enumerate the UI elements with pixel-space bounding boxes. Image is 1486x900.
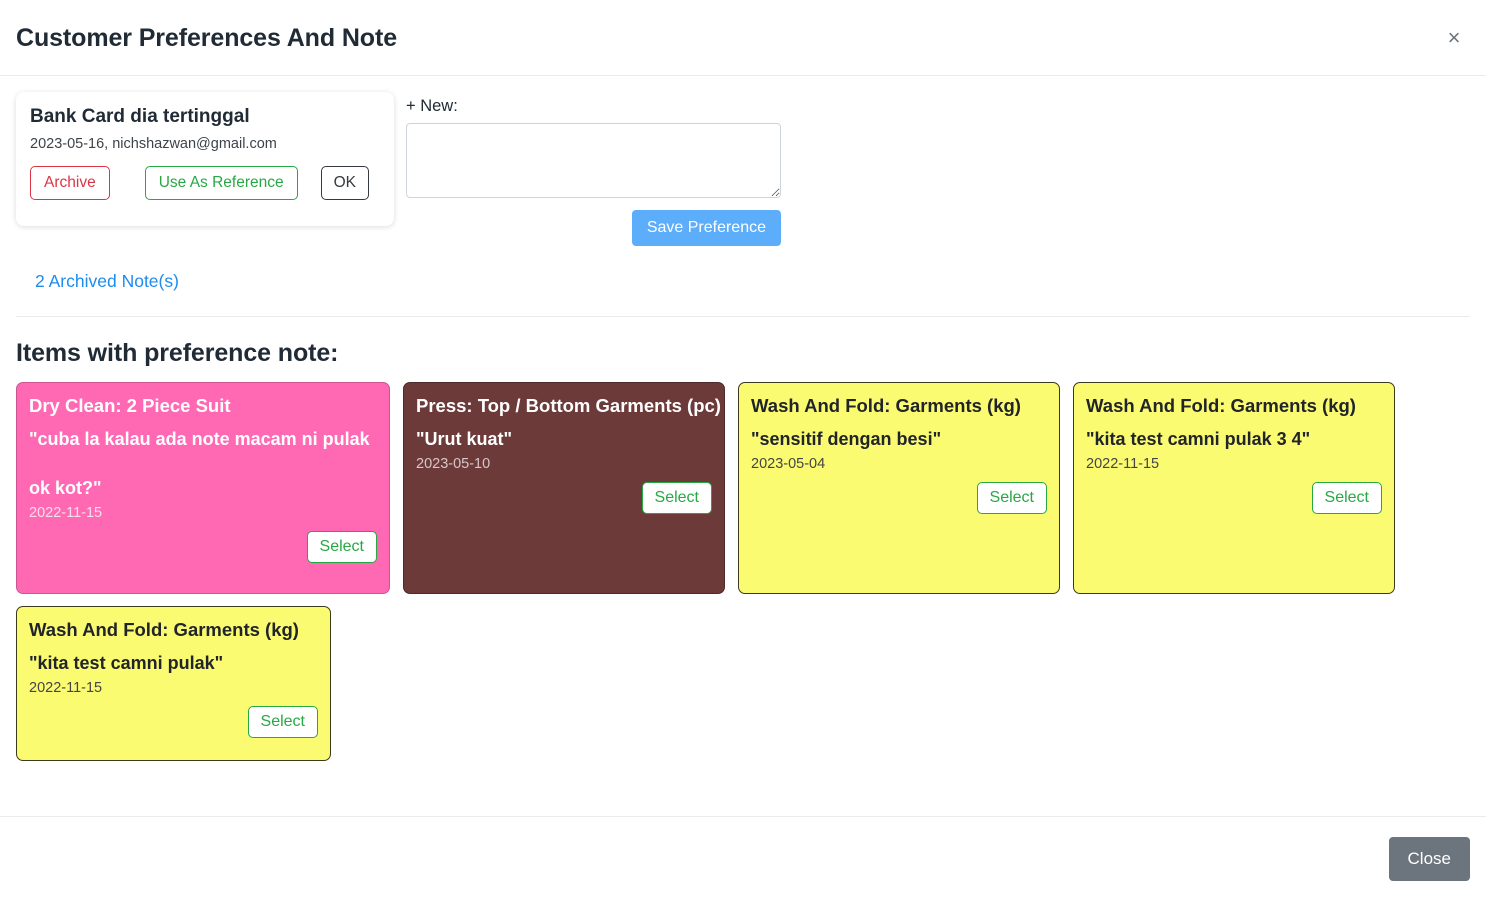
new-note-label: + New: [406, 97, 458, 115]
item-date: 2022-11-15 [29, 680, 103, 697]
item-card[interactable]: Wash And Fold: Garments (kg) "kita test … [16, 605, 331, 761]
select-button[interactable]: Select [1311, 482, 1382, 515]
preference-note-card: Bank Card dia tertinggal 2023-05-16, nic… [16, 92, 394, 227]
new-note-input[interactable] [406, 122, 781, 198]
select-button[interactable]: Select [976, 482, 1047, 515]
item-note: "cuba la kalau ada note macam ni pulak o… [29, 428, 370, 498]
item-card[interactable]: Dry Clean: 2 Piece Suit "cuba la kalau a… [16, 381, 390, 594]
item-date: 2023-05-04 [751, 456, 826, 473]
item-note: "kita test camni pulak 3 4" [1086, 428, 1311, 449]
items-section-title: Items with preference note: [16, 338, 339, 367]
items-card-grid: Dry Clean: 2 Piece Suit "cuba la kalau a… [16, 381, 1470, 761]
note-meta: 2023-05-16, nichshazwan@gmail.com [30, 135, 277, 152]
item-name: Wash And Fold: Garments (kg) [29, 618, 299, 640]
customer-preferences-modal: Customer Preferences And Note × Bank Car… [0, 0, 1486, 900]
item-name: Wash And Fold: Garments (kg) [1086, 394, 1356, 416]
select-row: Select [29, 706, 318, 739]
ok-button[interactable]: OK [320, 165, 370, 201]
item-card[interactable]: Wash And Fold: Garments (kg) "kita test … [1073, 381, 1395, 594]
close-button[interactable]: Close [1388, 836, 1470, 881]
save-row: Save Preference [406, 209, 781, 246]
select-button[interactable]: Select [306, 530, 377, 563]
select-button[interactable]: Select [641, 482, 712, 515]
note-actions: Archive Use As Reference OK [30, 165, 380, 201]
archived-notes-link[interactable]: 2 Archived Note(s) [35, 271, 179, 292]
item-name: Dry Clean: 2 Piece Suit [29, 394, 231, 416]
select-row: Select [751, 482, 1047, 515]
select-button[interactable]: Select [247, 706, 318, 739]
use-as-reference-button[interactable]: Use As Reference [144, 165, 298, 201]
close-icon[interactable]: × [1438, 22, 1470, 54]
modal-body: Bank Card dia tertinggal 2023-05-16, nic… [0, 76, 1486, 816]
section-divider [16, 315, 1470, 317]
item-card[interactable]: Press: Top / Bottom Garments (pc) "Urut … [403, 381, 725, 594]
archive-button[interactable]: Archive [30, 165, 110, 201]
notes-top-row: Bank Card dia tertinggal 2023-05-16, nic… [16, 92, 1470, 246]
note-title: Bank Card dia tertinggal [30, 106, 250, 127]
modal-footer: Close [0, 816, 1486, 900]
page-title: Customer Preferences And Note [16, 23, 397, 52]
item-name: Press: Top / Bottom Garments (pc) [416, 394, 721, 416]
item-name: Wash And Fold: Garments (kg) [751, 394, 1021, 416]
select-row: Select [416, 482, 712, 515]
item-note: "sensitif dengan besi" [751, 428, 942, 449]
new-note-block: + New: Save Preference [406, 92, 781, 246]
select-row: Select [1086, 482, 1382, 515]
modal-header: Customer Preferences And Note × [0, 0, 1486, 76]
item-card[interactable]: Wash And Fold: Garments (kg) "sensitif d… [738, 381, 1060, 594]
item-date: 2023-05-10 [416, 456, 491, 473]
item-note: "kita test camni pulak" [29, 652, 224, 673]
item-date: 2022-11-15 [29, 504, 103, 521]
select-row: Select [29, 530, 377, 563]
item-note: "Urut kuat" [416, 428, 513, 449]
item-date: 2022-11-15 [1086, 456, 1160, 473]
save-preference-button[interactable]: Save Preference [631, 209, 781, 246]
